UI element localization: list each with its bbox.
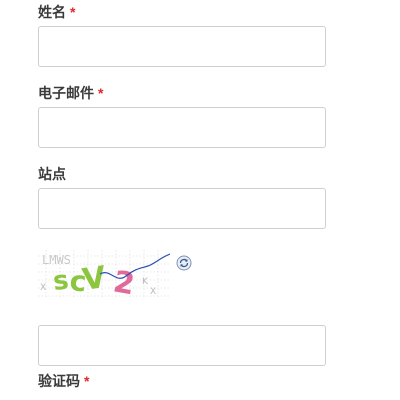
name-label: 姓名 *: [38, 3, 75, 21]
email-label-text: 电子邮件: [38, 85, 94, 101]
refresh-icon[interactable]: [176, 255, 192, 271]
svg-text:2: 2: [111, 264, 138, 298]
svg-text:K: K: [142, 277, 149, 287]
name-required-mark: *: [70, 4, 76, 20]
svg-text:X: X: [150, 287, 156, 297]
email-input[interactable]: [38, 107, 326, 148]
comment-form: 姓名 * 电子邮件 * 站点 LMWS s c V 2 X K X 验证码 *: [0, 0, 400, 400]
website-input[interactable]: [38, 188, 326, 229]
captcha-image: LMWS s c V 2 X K X: [38, 250, 170, 298]
captcha-required-mark: *: [84, 373, 90, 389]
captcha-label-text: 验证码: [38, 373, 80, 389]
svg-text:s: s: [52, 266, 71, 297]
name-label-text: 姓名: [38, 4, 66, 20]
svg-text:V: V: [80, 260, 109, 298]
email-label: 电子邮件 *: [38, 84, 103, 102]
website-label: 站点: [38, 165, 66, 183]
captcha-label: 验证码 *: [38, 372, 89, 390]
captcha-input[interactable]: [38, 325, 326, 366]
name-input[interactable]: [38, 26, 326, 67]
website-label-text: 站点: [38, 166, 66, 182]
svg-text:X: X: [40, 283, 46, 293]
email-required-mark: *: [98, 85, 104, 101]
